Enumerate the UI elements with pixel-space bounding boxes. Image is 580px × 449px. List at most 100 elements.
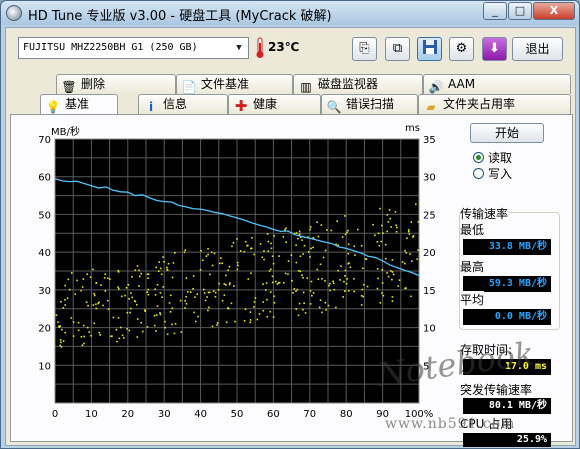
tab-file-benchmark[interactable]: 📄 文件基准 bbox=[176, 74, 293, 94]
tab-aam[interactable]: 🔊 AAM bbox=[423, 74, 571, 94]
access-time-point bbox=[384, 243, 387, 246]
write-radio[interactable]: 写入 bbox=[473, 165, 512, 182]
access-time-point bbox=[382, 232, 384, 235]
access-time-point bbox=[221, 262, 223, 265]
access-time-point bbox=[319, 299, 322, 301]
access-time-point bbox=[386, 214, 389, 216]
access-time-point bbox=[162, 286, 165, 288]
start-button[interactable]: 开始 bbox=[470, 123, 544, 143]
access-time-point bbox=[199, 269, 202, 271]
access-time-point bbox=[81, 286, 84, 288]
access-time-point bbox=[166, 266, 168, 269]
access-time-point bbox=[174, 252, 176, 254]
access-time-point bbox=[166, 268, 169, 271]
access-time-point bbox=[164, 320, 166, 323]
temperature-readout: 23℃ bbox=[268, 40, 300, 54]
access-time-point bbox=[295, 232, 298, 234]
access-time-point bbox=[117, 288, 120, 290]
access-time-point bbox=[259, 243, 262, 245]
copy-text-icon[interactable]: ⎘ bbox=[352, 37, 377, 61]
access-time-point bbox=[343, 290, 346, 292]
drive-select[interactable]: FUJITSU MHZ2250BH G1 (250 GB) ▼ bbox=[18, 37, 249, 59]
tab-health[interactable]: ✚ 健康 bbox=[228, 94, 321, 114]
access-time-point bbox=[119, 326, 122, 329]
access-time-point bbox=[292, 292, 294, 294]
access-time-point bbox=[360, 244, 363, 247]
access-time-point bbox=[349, 266, 352, 269]
access-time-point bbox=[230, 302, 233, 305]
close-button[interactable]: X bbox=[533, 2, 575, 20]
access-time-point bbox=[237, 264, 239, 267]
access-time-point bbox=[233, 285, 235, 287]
access-time-point bbox=[296, 288, 299, 291]
access-time-point bbox=[283, 281, 285, 284]
minimize-button[interactable]: _ bbox=[483, 2, 507, 20]
y-right-tick-label: 25 bbox=[423, 210, 436, 221]
access-time-point bbox=[82, 278, 85, 280]
tab-erase[interactable]: 🗑 删除 bbox=[56, 74, 176, 94]
access-time-point bbox=[221, 299, 224, 302]
maximize-button[interactable]: □ bbox=[508, 2, 532, 20]
access-time-point bbox=[201, 259, 204, 262]
trash-icon: 🗑 bbox=[61, 80, 77, 94]
access-time-point bbox=[203, 288, 205, 291]
chevron-down-icon[interactable]: ▼ bbox=[232, 40, 246, 56]
access-time-point bbox=[216, 322, 219, 324]
access-time-point bbox=[253, 301, 256, 303]
access-time-point bbox=[317, 235, 320, 238]
tab-folder-usage[interactable]: ▰ 文件夹占用率 bbox=[418, 94, 571, 114]
access-time-point bbox=[207, 253, 209, 256]
access-time-point bbox=[62, 307, 65, 309]
access-time-point bbox=[109, 278, 111, 281]
access-time-point bbox=[382, 294, 385, 297]
window-title: HD Tune 专业版 v3.00 - 硬盘工具 (MyCrack 破解) bbox=[28, 9, 332, 24]
access-time-point bbox=[410, 221, 413, 223]
access-time-point bbox=[64, 299, 66, 301]
access-time-point bbox=[319, 263, 322, 266]
access-time-point bbox=[258, 313, 261, 315]
access-time-point bbox=[386, 230, 388, 233]
save-icon[interactable] bbox=[417, 37, 442, 61]
access-time-point bbox=[144, 309, 146, 311]
access-time-point bbox=[293, 288, 296, 290]
access-time-point bbox=[353, 290, 355, 293]
access-time-point bbox=[406, 237, 408, 240]
access-time-point bbox=[138, 269, 140, 272]
exit-button[interactable]: 退出 bbox=[512, 37, 563, 61]
access-time-point bbox=[347, 243, 350, 246]
access-time-point bbox=[107, 299, 109, 302]
access-time-point bbox=[229, 282, 231, 284]
access-time-point bbox=[346, 278, 348, 280]
access-time-point bbox=[388, 209, 391, 211]
access-time-point bbox=[183, 251, 186, 253]
access-time-point bbox=[274, 280, 277, 283]
tab-error-scan[interactable]: 🔍 错误扫描 bbox=[321, 94, 418, 114]
read-radio[interactable]: 读取 bbox=[473, 149, 512, 166]
access-time-point bbox=[244, 240, 247, 243]
access-time-point bbox=[218, 282, 220, 285]
copy-screenshot-icon[interactable]: ⧉ bbox=[385, 37, 410, 61]
tab-info[interactable]: i 信息 bbox=[138, 94, 228, 114]
y-right-tick-label: 30 bbox=[423, 173, 436, 184]
access-time-point bbox=[267, 240, 270, 243]
access-time-point bbox=[126, 311, 129, 314]
access-time-point bbox=[309, 290, 312, 292]
access-time-point bbox=[89, 276, 92, 279]
access-time-point bbox=[192, 275, 195, 277]
arrow-down-icon[interactable]: ⬇ bbox=[482, 37, 507, 61]
title-bar[interactable]: HD Tune 专业版 v3.00 - 硬盘工具 (MyCrack 破解) _ … bbox=[1, 1, 579, 25]
access-time-point bbox=[262, 301, 264, 303]
access-time-point bbox=[227, 307, 230, 310]
access-time-point bbox=[136, 265, 139, 267]
access-time-point bbox=[357, 228, 359, 231]
access-time-point bbox=[212, 290, 215, 292]
access-time-point bbox=[107, 308, 110, 310]
radio-indicator[interactable] bbox=[473, 152, 484, 163]
tab-benchmark[interactable]: 💡 基准 bbox=[40, 94, 118, 115]
access-time-point bbox=[302, 291, 305, 294]
radio-indicator[interactable] bbox=[473, 168, 484, 179]
options-icon[interactable]: ⚙ bbox=[449, 37, 474, 61]
access-time-point bbox=[318, 306, 321, 309]
tab-disk-monitor[interactable]: ▥ 磁盘监视器 bbox=[293, 74, 423, 94]
access-time-point bbox=[72, 335, 75, 337]
